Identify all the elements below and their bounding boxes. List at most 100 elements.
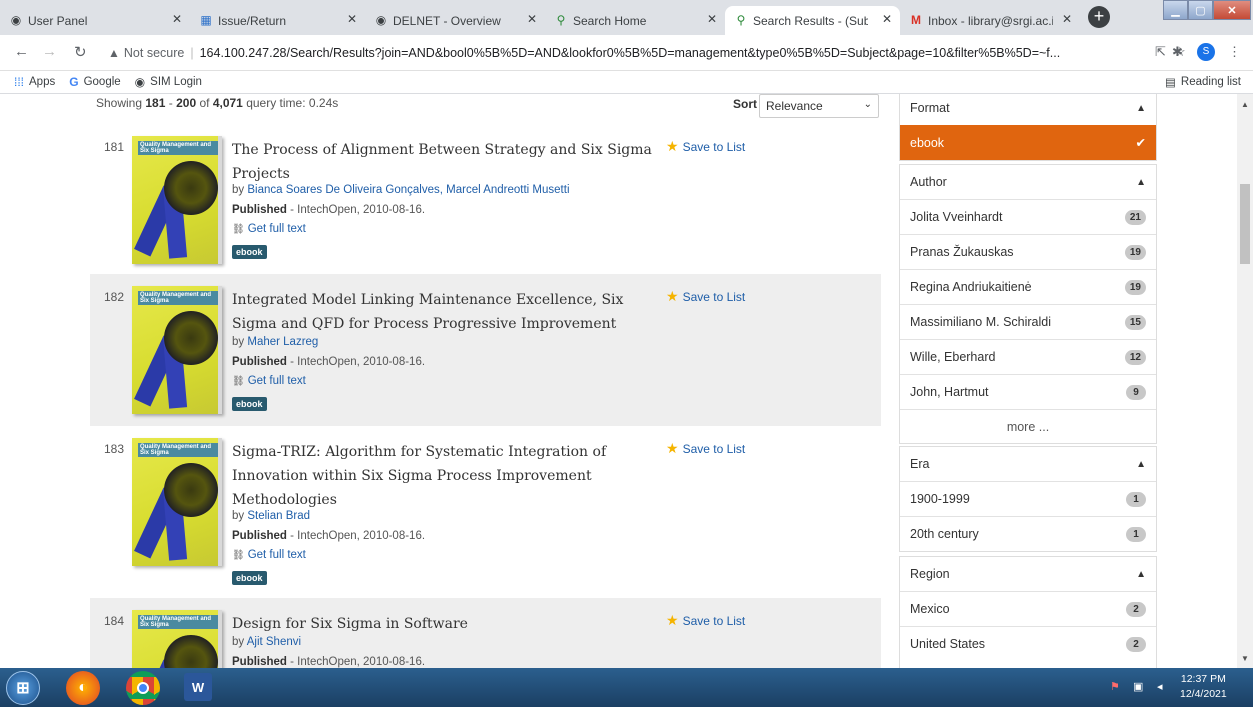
facet-header[interactable]: Era ▲ xyxy=(900,447,1156,481)
page-scrollbar[interactable]: ▲ ▼ xyxy=(1237,94,1253,668)
new-tab-button[interactable]: + xyxy=(1088,6,1110,28)
star-icon: ★ xyxy=(666,288,679,304)
result-number: 181 xyxy=(103,140,124,154)
tab-delnet-overview[interactable]: ◉ DELNET - Overview ✕ xyxy=(365,6,545,35)
chrome-icon[interactable] xyxy=(126,671,160,705)
facet-era: Era ▲ 1900-1999 1 20th century 1 xyxy=(899,446,1157,552)
tab-search-results[interactable]: ⚲ Search Results - (Subject ✕ xyxy=(725,6,900,35)
book-cover[interactable]: Quality Management and Six Sigma xyxy=(132,286,222,414)
star-icon: ★ xyxy=(666,138,679,154)
facet-selected-ebook[interactable]: ebook ✔ xyxy=(900,125,1156,160)
facet-header[interactable]: Format ▲ xyxy=(900,94,1156,125)
facet-item[interactable]: Mexico 2 xyxy=(900,591,1156,626)
reading-list-icon: ▤ xyxy=(1165,77,1176,89)
bookmarks-bar: ⁞⁞⁞ Apps G Google ◉ SIM Login ▤ Reading … xyxy=(0,71,1253,94)
full-text-link[interactable]: ⛓ Get full text xyxy=(232,549,306,561)
save-to-list-button[interactable]: ★ Save to List xyxy=(666,440,745,457)
book-cover[interactable]: Quality Management and Six Sigma xyxy=(132,136,222,264)
tab-inbox[interactable]: M Inbox - library@srgi.ac.in ✕ xyxy=(900,6,1080,35)
facet-more-link[interactable]: more ... xyxy=(900,409,1156,443)
book-cover[interactable]: Quality Management and Six Sigma xyxy=(132,438,222,566)
save-to-list-button[interactable]: ★ Save to List xyxy=(666,288,745,305)
facet-header[interactable]: Region ▲ xyxy=(900,557,1156,591)
facet-item[interactable]: Jolita Vveinhardt 21 xyxy=(900,199,1156,234)
result-title-link[interactable]: Integrated Model Linking Maintenance Exc… xyxy=(232,288,652,336)
count-badge: 19 xyxy=(1124,244,1146,260)
result-author: by Maher Lazreg xyxy=(232,336,319,348)
security-label[interactable]: Not secure xyxy=(124,46,184,60)
close-window-button[interactable]: ✕ xyxy=(1213,0,1251,20)
result-published: Published - IntechOpen, 2010-08-16. xyxy=(232,356,426,368)
flag-icon[interactable]: ⚑ xyxy=(1110,680,1120,693)
scroll-thumb[interactable] xyxy=(1240,184,1250,264)
result-title-link[interactable]: Sigma-TRIZ: Algorithm for Systematic Int… xyxy=(232,440,652,512)
caret-up-icon: ▲ xyxy=(1136,568,1146,580)
link-icon: ⛓ xyxy=(232,224,245,235)
save-to-list-button[interactable]: ★ Save to List xyxy=(666,138,745,155)
result-number: 182 xyxy=(103,290,124,304)
warning-icon[interactable]: ▲ xyxy=(108,46,120,60)
bookmark-sim-login[interactable]: ◉ SIM Login xyxy=(135,75,202,89)
bookmark-apps[interactable]: ⁞⁞⁞ Apps xyxy=(14,75,55,89)
reload-icon[interactable]: ↻ xyxy=(74,43,87,61)
firefox-icon[interactable]: ◐ xyxy=(66,671,100,705)
facet-item[interactable]: United States 2 xyxy=(900,626,1156,661)
close-icon[interactable]: ✕ xyxy=(347,12,357,26)
close-icon[interactable]: ✕ xyxy=(882,12,892,26)
profile-avatar[interactable]: S xyxy=(1197,43,1215,61)
close-icon[interactable]: ✕ xyxy=(172,12,182,26)
result-author: by Stelian Brad xyxy=(232,510,311,522)
result-title-link[interactable]: The Process of Alignment Between Strateg… xyxy=(232,138,652,186)
menu-dots-icon[interactable]: ⋮ xyxy=(1228,44,1241,60)
tab-issue-return[interactable]: ▦ Issue/Return ✕ xyxy=(190,6,365,35)
count-badge: 2 xyxy=(1126,601,1146,617)
maximize-button[interactable]: ▢ xyxy=(1188,0,1213,20)
word-icon[interactable]: W xyxy=(184,673,212,701)
facet-item[interactable]: Wille, Eberhard 12 xyxy=(900,339,1156,374)
start-button[interactable]: ⊞ xyxy=(6,671,40,705)
author-link[interactable]: Stelian Brad xyxy=(247,510,310,522)
facet-item[interactable]: 20th century 1 xyxy=(900,516,1156,551)
volume-icon[interactable]: ◂ xyxy=(1157,680,1163,693)
search-icon: ⚲ xyxy=(556,13,566,27)
full-text-link[interactable]: ⛓ Get full text xyxy=(232,223,306,235)
sort-select[interactable]: Relevance ⌄ xyxy=(759,94,879,118)
minimize-button[interactable]: ▁ xyxy=(1163,0,1188,20)
system-clock[interactable]: 12:37 PM 12/4/2021 xyxy=(1180,672,1227,702)
forward-arrow-icon[interactable]: → xyxy=(42,43,57,60)
network-icon[interactable]: ▣ xyxy=(1133,680,1143,693)
address-bar[interactable]: ▲ Not secure | 164.100.247.28/Search/Res… xyxy=(108,41,1150,65)
close-icon[interactable]: ✕ xyxy=(707,12,717,26)
facet-item[interactable]: Regina Andriukaitienė 19 xyxy=(900,269,1156,304)
result-title-link[interactable]: Design for Six Sigma in Software xyxy=(232,612,652,636)
globe-icon: ◉ xyxy=(375,13,387,27)
author-link[interactable]: Ajit Shenvi xyxy=(247,636,301,648)
result-published: Published - IntechOpen, 2010-08-16. xyxy=(232,656,426,668)
author-link[interactable]: Maher Lazreg xyxy=(247,336,318,348)
book-cover[interactable]: Quality Management and Six Sigma xyxy=(132,610,222,668)
reading-list-button[interactable]: ▤ Reading list xyxy=(1165,75,1241,89)
separator: | xyxy=(190,46,194,60)
share-icon[interactable]: ⇱ xyxy=(1155,44,1166,60)
scroll-down-icon[interactable]: ▼ xyxy=(1241,654,1249,663)
facet-item[interactable]: John, Hartmut 9 xyxy=(900,374,1156,409)
tab-user-panel[interactable]: ◉ User Panel ✕ xyxy=(0,6,190,35)
author-link[interactable]: Bianca Soares De Oliveira Gonçalves, Mar… xyxy=(247,184,569,196)
save-to-list-button[interactable]: ★ Save to List xyxy=(666,612,745,629)
tab-search-home[interactable]: ⚲ Search Home ✕ xyxy=(545,6,725,35)
result-published: Published - IntechOpen, 2010-08-16. xyxy=(232,530,426,542)
extensions-icon[interactable]: ✱ xyxy=(1172,44,1183,60)
facet-item[interactable]: Pranas Žukauskas 19 xyxy=(900,234,1156,269)
close-icon[interactable]: ✕ xyxy=(527,12,537,26)
format-badge: ebook xyxy=(232,571,267,585)
full-text-link[interactable]: ⛓ Get full text xyxy=(232,375,306,387)
globe-icon: ◉ xyxy=(134,75,146,89)
back-arrow-icon[interactable]: ← xyxy=(14,43,29,60)
url-text[interactable]: 164.100.247.28/Search/Results?join=AND&b… xyxy=(200,46,1061,60)
facet-item[interactable]: Massimiliano M. Schiraldi 15 xyxy=(900,304,1156,339)
facet-item[interactable]: 1900-1999 1 xyxy=(900,481,1156,516)
scroll-up-icon[interactable]: ▲ xyxy=(1241,100,1249,109)
close-icon[interactable]: ✕ xyxy=(1062,12,1072,26)
bookmark-google[interactable]: G Google xyxy=(69,75,120,89)
facet-header[interactable]: Author ▲ xyxy=(900,165,1156,199)
